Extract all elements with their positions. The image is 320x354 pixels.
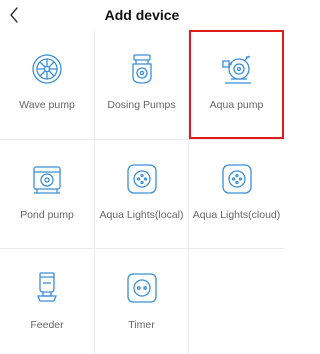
device-label: Aqua Lights(local) bbox=[99, 209, 184, 221]
device-grid: Wave pump Dosing Pumps Aqua pump Pond pu… bbox=[0, 30, 284, 354]
dosing-pump-icon bbox=[125, 52, 159, 86]
device-label: Dosing Pumps bbox=[107, 99, 176, 111]
page-title: Add device bbox=[104, 7, 180, 23]
aqua-pump-icon bbox=[220, 52, 254, 86]
device-label: Pond pump bbox=[20, 209, 74, 221]
device-label: Aqua Lights(cloud) bbox=[192, 209, 281, 221]
device-tile-wave-pump[interactable]: Wave pump bbox=[0, 30, 94, 139]
device-tile-aqua-lights-local[interactable]: Aqua Lights(local) bbox=[95, 140, 188, 248]
device-tile-aqua-lights-cloud[interactable]: Aqua Lights(cloud) bbox=[189, 140, 284, 248]
device-tile-aqua-pump[interactable]: Aqua pump bbox=[189, 30, 284, 139]
empty-tile bbox=[189, 249, 284, 354]
aqua-light-icon bbox=[220, 162, 254, 196]
device-label: Feeder bbox=[30, 319, 64, 331]
device-label: Timer bbox=[128, 319, 155, 331]
device-tile-dosing-pumps[interactable]: Dosing Pumps bbox=[95, 30, 188, 139]
device-tile-feeder[interactable]: Feeder bbox=[0, 249, 94, 354]
wave-pump-icon bbox=[30, 52, 64, 86]
device-tile-timer[interactable]: Timer bbox=[95, 249, 188, 354]
pond-pump-icon bbox=[30, 162, 64, 196]
header-bar: Add device bbox=[0, 0, 284, 30]
aqua-light-icon bbox=[125, 162, 159, 196]
timer-icon bbox=[125, 271, 159, 305]
feeder-icon bbox=[30, 271, 64, 305]
device-label: Wave pump bbox=[19, 99, 75, 111]
device-tile-pond-pump[interactable]: Pond pump bbox=[0, 140, 94, 248]
device-label: Aqua pump bbox=[209, 99, 264, 111]
